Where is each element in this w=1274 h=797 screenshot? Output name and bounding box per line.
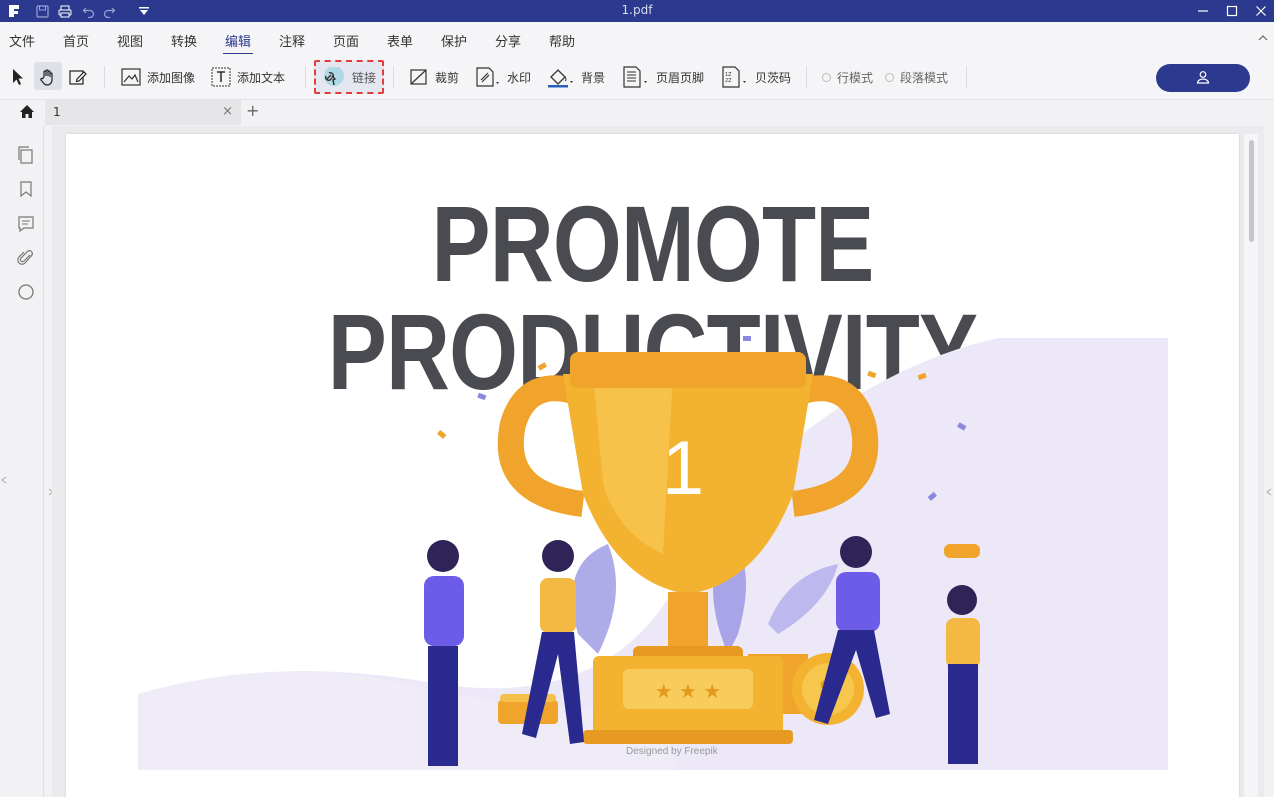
edit-tool[interactable]: [69, 65, 87, 89]
left-sidebar: [8, 126, 44, 797]
menu-form[interactable]: 表单: [387, 31, 413, 50]
window-title: 1.pdf: [621, 3, 653, 17]
search-icon[interactable]: [17, 283, 35, 301]
right-panel-arrow-icon[interactable]: [1266, 488, 1272, 498]
redo-icon[interactable]: [101, 3, 117, 19]
edit-icon: [69, 68, 87, 86]
pages-icon[interactable]: [17, 146, 35, 164]
logo-icon: [6, 3, 22, 19]
line-mode-label: 行模式: [837, 70, 874, 85]
menu-home[interactable]: 首页: [63, 31, 89, 50]
collapse-ribbon-icon[interactable]: [1258, 34, 1268, 45]
paragraph-mode-radio-circle: [885, 72, 894, 82]
user-icon: [1196, 69, 1210, 88]
maximize-icon[interactable]: [1223, 2, 1241, 20]
person-left: [424, 540, 464, 766]
background-button[interactable]: 背景: [547, 65, 605, 89]
illustration-credit: Designed by Freepik: [626, 746, 718, 757]
trophy-illustration[interactable]: $ 1 ★ ★ ★: [138, 334, 1168, 774]
menu-bar: 文件 首页 视图 转换 编辑 注释 页面 表单 保护 分享 帮助: [0, 22, 1274, 55]
hand-icon: [39, 68, 57, 86]
watermark-button[interactable]: 水印: [475, 65, 531, 89]
bates-button[interactable]: 1Z 2Z 贝茨码: [721, 65, 791, 89]
attachment-icon[interactable]: [17, 249, 35, 267]
home-tab[interactable]: [10, 101, 44, 125]
crop-button[interactable]: 裁剪: [409, 65, 459, 89]
menu-help[interactable]: 帮助: [549, 31, 575, 50]
scroll-thumb[interactable]: [1249, 140, 1254, 242]
select-tool[interactable]: [10, 65, 26, 89]
save-icon[interactable]: [34, 3, 50, 19]
comment-icon[interactable]: [17, 215, 35, 233]
trophy-number: 1: [662, 426, 704, 511]
background-icon: [547, 66, 575, 88]
document-tabs: 1 × +: [0, 100, 1274, 126]
add-text-button[interactable]: 添加文本: [211, 65, 285, 89]
add-image-label: 添加图像: [147, 70, 196, 85]
menu-page[interactable]: 页面: [333, 31, 359, 50]
header-footer-label: 页眉页脚: [656, 70, 705, 85]
minimize-icon[interactable]: [1194, 2, 1212, 20]
menu-view[interactable]: 视图: [117, 31, 143, 50]
header-footer-icon: [622, 66, 650, 88]
bates-icon: 1Z 2Z: [721, 66, 749, 88]
bates-label: 贝茨码: [755, 70, 792, 85]
crop-label: 裁剪: [435, 70, 460, 85]
bookmark-icon[interactable]: [17, 180, 35, 198]
line-mode-radio[interactable]: 行模式: [822, 65, 873, 89]
paragraph-mode-radio[interactable]: 段落模式: [885, 65, 948, 89]
header-footer-button[interactable]: 页眉页脚: [622, 65, 704, 89]
menu-edit[interactable]: 编辑: [222, 31, 254, 55]
title-bar: 1.pdf: [0, 0, 1274, 22]
add-image-button[interactable]: 添加图像: [121, 65, 195, 89]
pdf-page[interactable]: PROMOTE PRODUCTIVITY $ 1 ★ ★ ★: [66, 134, 1239, 797]
hand-tool[interactable]: [39, 65, 57, 89]
watermark-icon: [475, 67, 501, 87]
crop-icon: [409, 67, 429, 87]
document-tab-name: 1: [53, 105, 61, 119]
close-icon[interactable]: [1252, 2, 1270, 20]
menu-convert[interactable]: 转换: [171, 31, 197, 50]
document-tab[interactable]: 1 ×: [45, 100, 241, 125]
select-icon: [10, 68, 26, 86]
tab-close-button[interactable]: ×: [222, 104, 233, 119]
left-edge-arrow-icon[interactable]: [1, 476, 7, 486]
edit-toolbar: 添加图像 添加文本 链接 裁剪 水印 背景 页眉页脚 1Z 2Z 贝茨码 行模式 …: [0, 54, 1274, 100]
home-icon: [19, 104, 35, 123]
menu-file[interactable]: 文件: [9, 31, 35, 50]
undo-icon[interactable]: [80, 3, 96, 19]
menu-protect[interactable]: 保护: [441, 31, 467, 50]
add-tab-button[interactable]: +: [246, 101, 259, 120]
watermark-label: 水印: [507, 70, 532, 85]
menu-comment[interactable]: 注释: [279, 31, 305, 50]
background-label: 背景: [581, 70, 606, 85]
print-icon[interactable]: [57, 3, 73, 19]
link-button[interactable]: 链接: [322, 65, 376, 89]
svg-text:2Z: 2Z: [725, 78, 732, 84]
link-icon: [322, 67, 346, 87]
svg-text:★ ★ ★: ★ ★ ★: [655, 679, 722, 703]
account-button[interactable]: [1156, 64, 1250, 92]
paragraph-mode-label: 段落模式: [900, 70, 949, 85]
quick-access-icon[interactable]: [136, 3, 152, 19]
line-mode-radio-circle: [822, 72, 831, 82]
text-icon: [211, 67, 231, 87]
vertical-scrollbar[interactable]: [1244, 134, 1258, 797]
image-icon: [121, 67, 141, 87]
link-label: 链接: [352, 70, 377, 85]
menu-share[interactable]: 分享: [495, 31, 521, 50]
add-text-label: 添加文本: [237, 70, 286, 85]
